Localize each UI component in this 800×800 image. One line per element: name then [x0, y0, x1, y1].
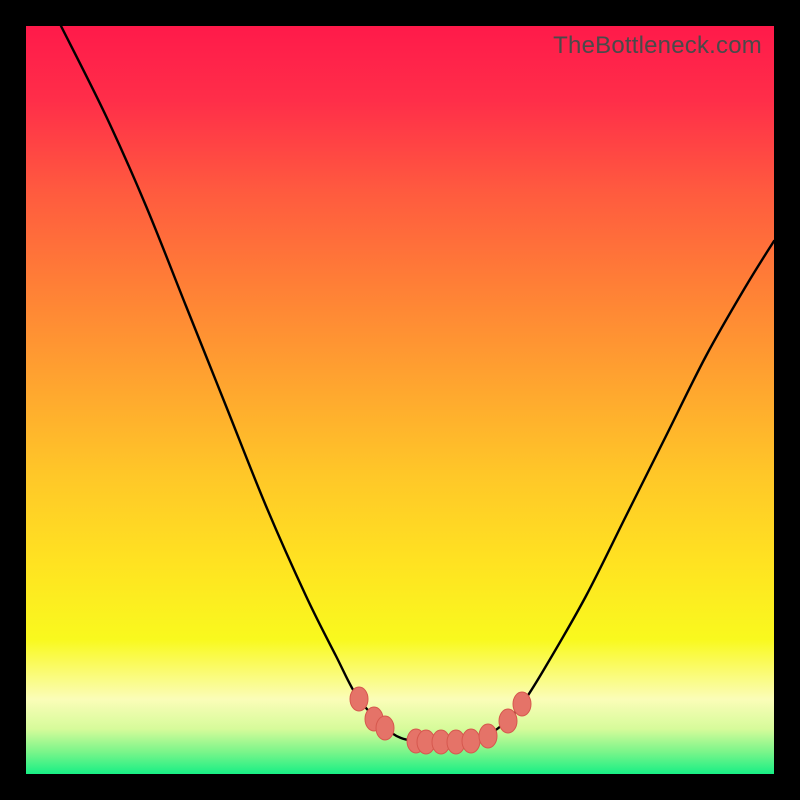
curve-marker [350, 687, 368, 711]
bottleneck-curve [61, 26, 774, 743]
chart-frame: TheBottleneck.com [0, 0, 800, 800]
curve-marker [462, 729, 480, 753]
curve-markers [350, 687, 531, 754]
curve-layer [26, 26, 774, 774]
curve-marker [513, 692, 531, 716]
curve-marker [479, 724, 497, 748]
curve-marker [376, 716, 394, 740]
plot-area: TheBottleneck.com [26, 26, 774, 774]
curve-marker [499, 709, 517, 733]
